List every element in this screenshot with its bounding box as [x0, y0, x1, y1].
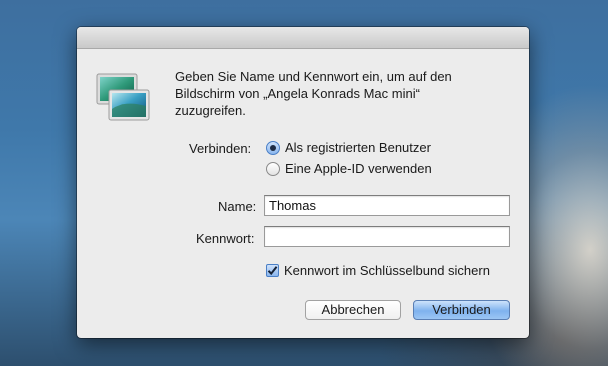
- radio-selected-icon[interactable]: [266, 140, 280, 155]
- keychain-checkbox[interactable]: Kennwort im Schlüsselbund sichern: [266, 263, 490, 278]
- dialog-message: Geben Sie Name und Kennwort ein, um auf …: [175, 68, 495, 119]
- password-field[interactable]: [264, 226, 510, 247]
- connect-label: Verbinden:: [189, 141, 252, 156]
- message-line: zuzugreifen.: [175, 103, 246, 118]
- password-label: Kennwort:: [196, 231, 255, 246]
- radio-registered-user[interactable]: Als registrierten Benutzer: [266, 140, 431, 155]
- name-label: Name:: [218, 199, 257, 214]
- radio-unselected-icon[interactable]: [266, 161, 280, 176]
- authentication-dialog: Geben Sie Name und Kennwort ein, um auf …: [77, 27, 529, 338]
- cancel-button[interactable]: Abbrechen: [305, 300, 401, 320]
- checkbox-checked-icon[interactable]: [266, 264, 279, 277]
- message-line: Geben Sie Name und Kennwort ein, um auf …: [175, 69, 452, 84]
- radio-apple-id[interactable]: Eine Apple-ID verwenden: [266, 161, 432, 176]
- radio-registered-user-label: Als registrierten Benutzer: [285, 140, 431, 155]
- screen-sharing-icon: [95, 72, 153, 124]
- dialog-titlebar[interactable]: [77, 27, 529, 49]
- checkmark-icon: [267, 266, 278, 276]
- message-line: Bildschirm von „Angela Konrads Mac mini“: [175, 86, 420, 101]
- name-field[interactable]: [264, 195, 510, 216]
- radio-apple-id-label: Eine Apple-ID verwenden: [285, 161, 432, 176]
- keychain-checkbox-label: Kennwort im Schlüsselbund sichern: [284, 263, 490, 278]
- connect-button[interactable]: Verbinden: [413, 300, 510, 320]
